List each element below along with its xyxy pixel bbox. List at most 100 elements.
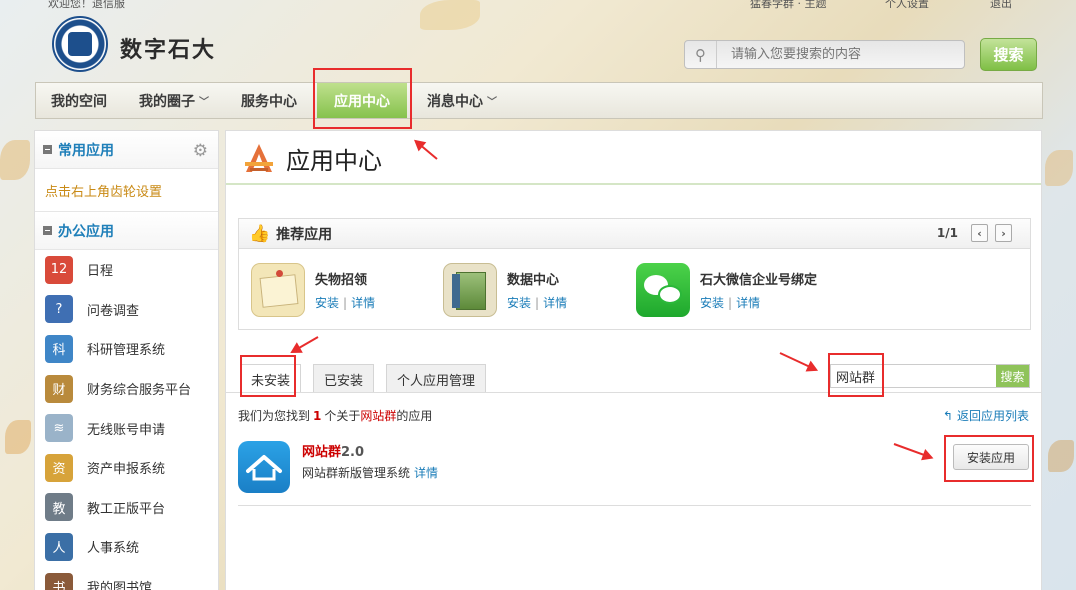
detail-link[interactable]: 详情 [543, 296, 567, 310]
result-app-name[interactable]: 网站群 [302, 445, 341, 460]
title-divider [226, 183, 1041, 185]
sidebar-item-library[interactable]: 书我的图书馆 [35, 567, 218, 590]
settings-link[interactable]: 个人设置 [885, 0, 929, 11]
global-search-button[interactable]: 搜索 [980, 38, 1037, 71]
tab-personal-apps[interactable]: 个人应用管理 [386, 364, 487, 393]
tab-installed[interactable]: 已安装 [313, 364, 375, 393]
result-app-detail-link[interactable]: 详情 [414, 466, 438, 480]
nav-label: 服务中心 [241, 93, 297, 110]
nav-my-circle[interactable]: 我的圈子 ﹀ [123, 83, 225, 118]
calendar-icon: 12 [45, 255, 73, 284]
nav-app-center[interactable]: 应用中心 [317, 83, 407, 118]
result-app-desc: 网站群新版管理系统 [302, 466, 411, 480]
rec-item-name: 石大微信企业号绑定 [700, 273, 818, 288]
wifi-icon: ≋ [45, 414, 73, 443]
install-link[interactable]: 安装 [315, 296, 339, 310]
main-nav: 我的空间 我的圈子 ﹀ 服务中心 应用中心 消息中心 ﹀ [35, 82, 1043, 119]
app-search-input[interactable] [831, 365, 996, 387]
welcome-text: 欢迎您！退信服 [48, 0, 125, 10]
prev-page-button[interactable]: ‹ [971, 224, 988, 242]
detail-link[interactable]: 详情 [351, 296, 375, 310]
office-apps-title: 办公应用 [58, 223, 114, 240]
app-search-button[interactable]: 搜索 [996, 365, 1029, 387]
global-search-input[interactable] [717, 47, 957, 62]
finance-icon: 财 [45, 374, 73, 403]
recommended-apps: 👍 推荐应用 1/1 ‹ › 失物招领 安装|详情 数据中心 安装|详情 [238, 218, 1031, 330]
sidebar-item-wifi[interactable]: ≋ 无线账号申请 [35, 408, 218, 448]
sidebar-item-assets[interactable]: 资资产申报系统 [35, 448, 218, 488]
background-leaf [1045, 150, 1073, 186]
result-app-version: 2.0 [341, 445, 365, 460]
tab-not-installed[interactable]: 未安装 [240, 364, 302, 393]
sidebar-item-finance[interactable]: 财财务综合服务平台 [35, 369, 218, 409]
sidebar-item-label: 教工正版平台 [87, 501, 166, 517]
page-title: 应用中心 [242, 141, 382, 176]
top-bar: 欢迎您！退信服 猛春学群 · 主题 个人设置 退出 [0, 0, 1076, 12]
app-tabs: 未安装 已安装 个人应用管理 [240, 364, 498, 393]
tab-divider [226, 392, 1041, 393]
result-divider [238, 505, 1031, 506]
next-page-button[interactable]: › [995, 224, 1012, 242]
sidebar-item-hr[interactable]: 人人事系统 [35, 527, 218, 567]
data-center-icon[interactable] [443, 263, 497, 317]
common-apps-header[interactable]: 常用应用 ⚙ [35, 131, 218, 169]
sidebar-item-research[interactable]: 科科研管理系统 [35, 329, 218, 369]
sidebar-item-label: 无线账号申请 [87, 422, 166, 438]
house-icon [246, 455, 282, 481]
sidebar-item-label: 人事系统 [87, 541, 140, 557]
result-app: 网站群2.0 网站群新版管理系统 详情 [238, 441, 438, 493]
sidebar-item-label: 财务综合服务平台 [87, 383, 192, 399]
chevron-down-icon: ﹀ [199, 97, 209, 108]
sidebar: 常用应用 ⚙ 点击右上角齿轮设置 办公应用 12 日程 ? 问卷调查 科科研管理系统… [34, 130, 219, 590]
recommended-title: 推荐应用 [276, 226, 333, 243]
logout-link[interactable]: 退出 [990, 0, 1012, 11]
install-link[interactable]: 安装 [507, 296, 531, 310]
university-logo [52, 16, 108, 72]
office-app-list: 12 日程 ? 问卷调查 科科研管理系统 财财务综合服务平台 ≋ 无线账号申请 资资产… [35, 250, 218, 590]
library-icon: 书 [45, 572, 73, 590]
logo-emblem-icon [68, 32, 92, 56]
office-apps-header[interactable]: 办公应用 [35, 212, 218, 250]
hr-icon: 人 [45, 532, 73, 561]
nav-label: 我的圈子 [139, 93, 195, 110]
research-icon: 科 [45, 334, 73, 363]
sidebar-item-label: 我的图书馆 [87, 581, 153, 590]
website-group-icon[interactable] [238, 441, 290, 493]
back-to-list-link[interactable]: ↰ 返回应用列表 [943, 407, 1029, 424]
detail-link[interactable]: 详情 [736, 296, 760, 310]
rec-item-name: 数据中心 [507, 273, 560, 288]
app-center-icon [245, 143, 273, 172]
result-prefix: 我们为您找到 [238, 409, 311, 423]
global-search: ⚲ [684, 40, 965, 69]
rec-item-name: 失物招领 [315, 273, 368, 288]
nav-service-center[interactable]: 服务中心 [225, 83, 313, 118]
rec-item-data-center: 数据中心 安装 | 详情 [443, 263, 567, 317]
sidebar-item-software[interactable]: 教教工正版平台 [35, 488, 218, 528]
collapse-icon [43, 145, 52, 154]
result-suffix: 的应用 [396, 409, 433, 423]
result-keyword: 网站群 [360, 409, 397, 423]
user-link[interactable]: 猛春学群 · 主题 [750, 0, 827, 11]
background-leaf [0, 140, 30, 180]
sidebar-item-schedule[interactable]: 12 日程 [35, 250, 218, 290]
chevron-down-icon: ﹀ [487, 97, 497, 108]
wechat-icon[interactable] [636, 263, 690, 317]
result-summary: 我们为您找到 1 个关于网站群的应用 [238, 407, 432, 424]
gear-icon[interactable]: ⚙ [193, 141, 208, 161]
install-link[interactable]: 安装 [700, 296, 724, 310]
recommended-header: 👍 推荐应用 1/1 ‹ › [239, 219, 1030, 249]
app-filter: 搜索 [830, 364, 1030, 388]
common-apps-title: 常用应用 [58, 142, 114, 159]
software-icon: 教 [45, 493, 73, 522]
nav-label: 消息中心 [427, 93, 483, 110]
common-apps-tip: 点击右上角齿轮设置 [35, 169, 218, 212]
install-app-button[interactable]: 安装应用 [953, 444, 1029, 470]
sidebar-item-survey[interactable]: ? 问卷调查 [35, 290, 218, 330]
rec-item-lost-found: 失物招领 安装 | 详情 [251, 263, 375, 317]
sidebar-item-label: 科研管理系统 [87, 343, 166, 359]
sidebar-item-label: 日程 [87, 264, 114, 280]
nav-message-center[interactable]: 消息中心 ﹀ [411, 83, 513, 118]
back-arrow-icon: ↰ [942, 409, 953, 423]
nav-my-space[interactable]: 我的空间 [36, 83, 123, 118]
notepad-icon[interactable] [251, 263, 305, 317]
